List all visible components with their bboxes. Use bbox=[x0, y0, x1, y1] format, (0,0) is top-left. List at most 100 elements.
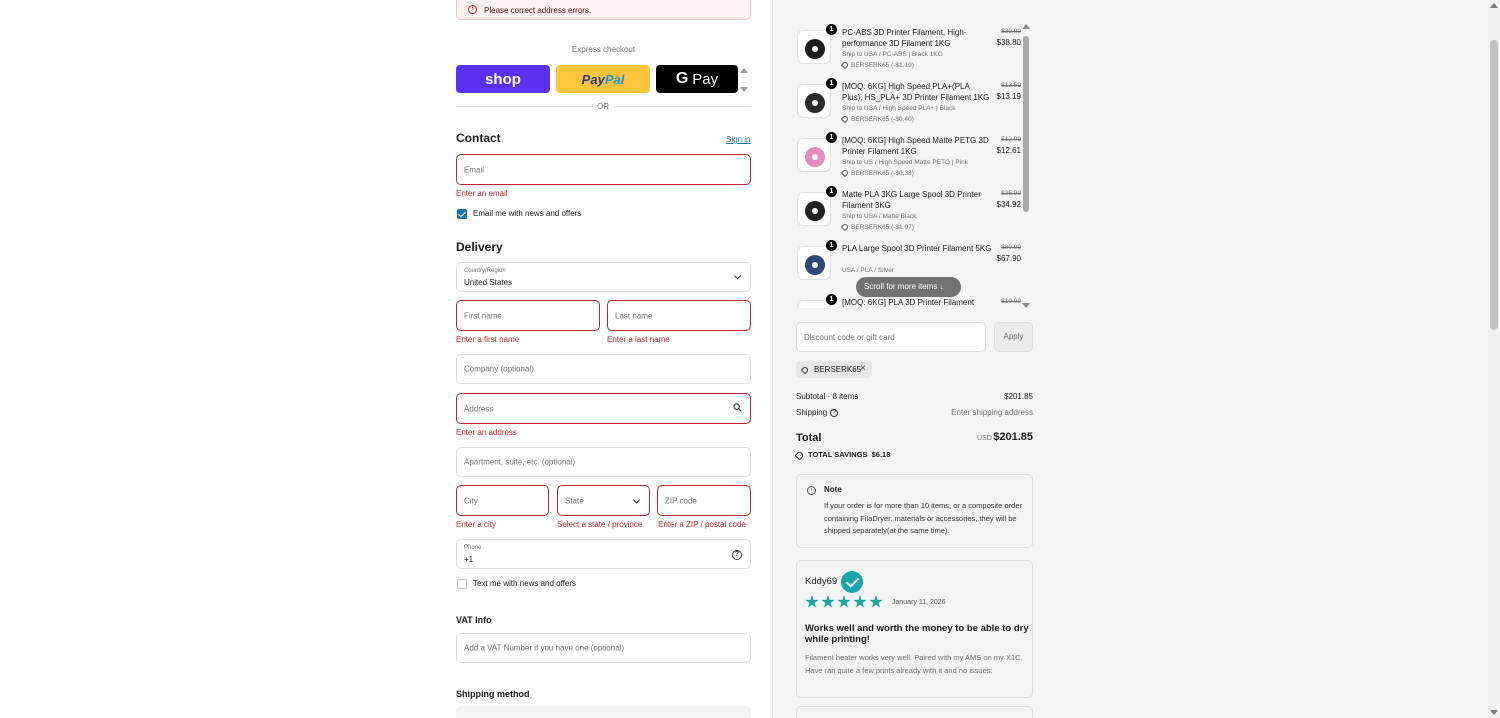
savings-label: TOTAL SAVINGS bbox=[808, 450, 868, 459]
page-scrollbar[interactable] bbox=[1488, 0, 1500, 718]
quantity-badge: 1 bbox=[826, 24, 837, 35]
product-name: Matte PLA 3KG Large Spool 3D Printer Fil… bbox=[842, 190, 981, 210]
city-field[interactable]: City bbox=[456, 485, 549, 516]
total-value: $201.85 bbox=[993, 431, 1033, 443]
product-name: PLA Large Spool 3D Printer Filament 5KG bbox=[842, 244, 992, 253]
scroll-more-button[interactable]: Scroll for more items ↓ bbox=[856, 277, 961, 297]
last-name-field[interactable]: Last name bbox=[607, 300, 751, 331]
cart-item: 1 PC-ABS 3D Printer Filament, High-perfor… bbox=[796, 24, 1026, 81]
scroll-up-icon[interactable] bbox=[1490, 3, 1498, 8]
review-headline: Works well and worth the money to be abl… bbox=[805, 623, 1029, 645]
star-icon bbox=[821, 595, 835, 608]
country-select[interactable]: Country/Region United States bbox=[456, 262, 751, 292]
first-name-field[interactable]: First name bbox=[456, 300, 600, 331]
scroll-down-icon[interactable] bbox=[1490, 710, 1498, 715]
city-placeholder: City bbox=[464, 496, 478, 505]
address-field[interactable]: Address bbox=[456, 393, 751, 424]
zip-placeholder: ZIP code bbox=[665, 496, 697, 505]
scroll-more-label: Scroll for more items bbox=[864, 282, 938, 291]
apartment-placeholder: Apartment, suite, etc. (optional) bbox=[464, 457, 576, 467]
original-price: $39.99 bbox=[1001, 28, 1021, 35]
company-placeholder: Company (optional) bbox=[464, 364, 534, 374]
arrow-down-icon: ↓ bbox=[939, 282, 944, 291]
cart-scrollbar[interactable] bbox=[1022, 24, 1030, 308]
paypal-logo: PayPal bbox=[581, 71, 625, 87]
search-icon[interactable] bbox=[733, 403, 742, 412]
current-price: $34.92 bbox=[996, 200, 1021, 209]
tag-icon bbox=[800, 365, 810, 375]
savings-value: $6.18 bbox=[871, 450, 891, 459]
product-variant: Ship to US / High Speed Matte PETG | Pin… bbox=[842, 159, 968, 166]
original-price: $35.99 bbox=[1001, 190, 1021, 197]
contact-title: Contact bbox=[456, 131, 501, 145]
apartment-field[interactable]: Apartment, suite, etc. (optional) bbox=[456, 447, 751, 477]
star-icon bbox=[853, 595, 867, 608]
sms-news-checkbox[interactable] bbox=[457, 579, 467, 589]
address-placeholder: Address bbox=[464, 404, 494, 413]
scroll-down-icon[interactable] bbox=[1022, 303, 1030, 308]
sign-in-link[interactable]: Sign in bbox=[726, 135, 750, 144]
total-currency: USD bbox=[977, 435, 992, 442]
email-news-checkbox[interactable] bbox=[457, 209, 467, 219]
google-pay-button[interactable]: G Pay bbox=[656, 65, 738, 93]
total-savings: TOTAL SAVINGS $6.18 bbox=[794, 450, 891, 460]
current-price: $12.61 bbox=[996, 146, 1021, 155]
product-variant: Ship to USA / High Speed PLA+ | Black bbox=[842, 105, 956, 112]
note-body: If your order is for more than 10 items,… bbox=[824, 501, 1022, 535]
phone-field[interactable]: Phone +1 ? bbox=[456, 539, 751, 569]
product-discount: BERSERK65 (-$1.19) bbox=[840, 61, 914, 70]
review-author: Kddy69 bbox=[805, 576, 838, 587]
email-field[interactable]: Email bbox=[456, 154, 751, 185]
company-field[interactable]: Company (optional) bbox=[456, 354, 751, 384]
applied-code-label: BERSERK65 bbox=[814, 365, 862, 374]
product-name: [MOQ: 6KG] PLA 3D Printer Filament bbox=[842, 298, 975, 307]
page-scroll-thumb[interactable] bbox=[1490, 40, 1498, 330]
chevron-down-icon bbox=[733, 272, 742, 280]
delivery-title: Delivery bbox=[456, 240, 503, 254]
review-card bbox=[796, 706, 1033, 718]
express-scroll-arrows[interactable] bbox=[740, 68, 748, 92]
verified-badge-icon bbox=[841, 571, 863, 593]
shipping-row: Shipping? Enter shipping address bbox=[796, 408, 1033, 417]
product-name: PC-ABS 3D Printer Filament, High-perform… bbox=[842, 28, 967, 48]
current-price: $38.80 bbox=[996, 38, 1021, 47]
quantity-badge: 1 bbox=[826, 240, 837, 251]
shop-pay-button[interactable]: shop bbox=[456, 65, 550, 93]
subtotal-row: Subtotal · 8 items $201.85 bbox=[796, 392, 1033, 401]
cart-scroll-thumb[interactable] bbox=[1023, 36, 1029, 212]
scroll-up-icon[interactable] bbox=[740, 68, 748, 73]
quantity-badge: 1 bbox=[826, 132, 837, 143]
original-price: $12.99 bbox=[1001, 136, 1021, 143]
quantity-badge: 1 bbox=[826, 186, 837, 197]
remove-code-icon[interactable]: × bbox=[860, 363, 866, 374]
question-icon[interactable]: ? bbox=[830, 408, 839, 417]
chevron-down-icon bbox=[632, 495, 641, 504]
google-g-icon: G bbox=[675, 70, 689, 87]
shop-pay-logo: shop bbox=[485, 70, 521, 88]
apply-button[interactable]: Apply bbox=[994, 322, 1033, 352]
zip-field[interactable]: ZIP code bbox=[657, 485, 751, 516]
discount-field[interactable]: Discount code or gift card bbox=[796, 322, 986, 352]
star-icon bbox=[805, 595, 819, 608]
note-title: Note bbox=[824, 485, 842, 494]
state-placeholder: State bbox=[565, 496, 584, 505]
product-thumbnail bbox=[797, 192, 831, 226]
tag-icon bbox=[840, 61, 850, 70]
review-date: January 11, 2026 bbox=[892, 599, 946, 606]
applied-code-chip: BERSERK65 × bbox=[796, 361, 872, 378]
scroll-down-icon[interactable] bbox=[740, 87, 748, 92]
state-select[interactable]: State bbox=[557, 485, 650, 516]
vat-field[interactable]: Add a VAT Number if you have one (option… bbox=[456, 633, 751, 663]
review-body: Filament heater works very well. Paired … bbox=[805, 653, 1023, 675]
paypal-button[interactable]: PayPal bbox=[556, 65, 650, 93]
last-name-placeholder: Last name bbox=[615, 311, 653, 320]
address-error: Enter an address bbox=[456, 428, 517, 437]
review-card: Kddy69 January 11, 2026 Works well and w… bbox=[796, 560, 1033, 698]
scroll-up-icon[interactable] bbox=[1022, 24, 1030, 29]
phone-value: +1 bbox=[464, 555, 474, 564]
gpay-label: Pay bbox=[692, 70, 719, 88]
product-discount: BERSERK65 (-$0.40) bbox=[840, 115, 914, 124]
help-icon[interactable]: ? bbox=[732, 550, 742, 560]
original-price: $13.59 bbox=[1001, 82, 1021, 89]
cart-item: 1 Matte PLA 3KG Large Spool 3D Printer Fi… bbox=[796, 186, 1026, 243]
